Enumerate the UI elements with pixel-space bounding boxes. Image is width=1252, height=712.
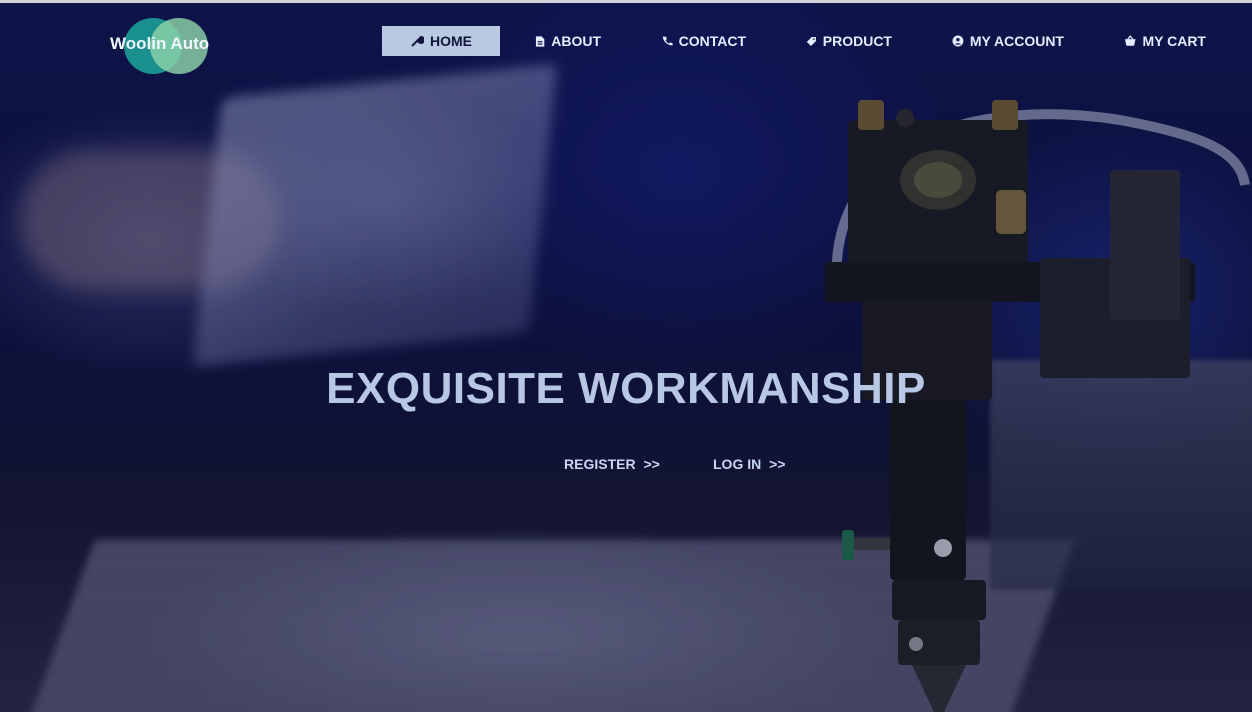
nav-home-label: HOME (430, 32, 472, 49)
register-arrows: >> (643, 456, 660, 472)
nav-my-account-label: MY ACCOUNT (969, 32, 1064, 49)
hero-background (0, 0, 1252, 712)
nav-product-label: PRODUCT (822, 32, 892, 49)
nav-contact-label: CONTACT (678, 32, 746, 49)
dark-overlay (0, 0, 1252, 712)
nav-my-cart[interactable]: MY CART (1124, 26, 1206, 56)
tag-icon (806, 36, 816, 46)
wrench-icon (411, 35, 424, 47)
document-icon (535, 35, 545, 47)
hero-headline: EXQUISITE WORKMANSHIP (326, 364, 926, 414)
nav-about-label: ABOUT (551, 32, 601, 49)
nav-home[interactable]: HOME (382, 26, 500, 56)
login-link[interactable]: LOG IN >> (713, 456, 785, 472)
nav-my-account[interactable]: MY ACCOUNT (952, 26, 1064, 56)
basket-icon (1124, 35, 1136, 46)
brand-logo[interactable]: Woolin Auto (110, 18, 220, 74)
register-link[interactable]: REGISTER >> (564, 456, 660, 472)
login-arrows: >> (769, 456, 786, 472)
nav-product[interactable]: PRODUCT (806, 26, 892, 56)
nav-my-cart-label: MY CART (1142, 32, 1206, 49)
phone-icon (662, 36, 673, 46)
user-icon (952, 35, 964, 47)
login-label: LOG IN (713, 456, 762, 472)
register-label: REGISTER (564, 456, 636, 472)
brand-name: Woolin Auto (110, 34, 210, 53)
nav-about[interactable]: ABOUT (535, 26, 601, 56)
nav-contact[interactable]: CONTACT (662, 26, 746, 56)
